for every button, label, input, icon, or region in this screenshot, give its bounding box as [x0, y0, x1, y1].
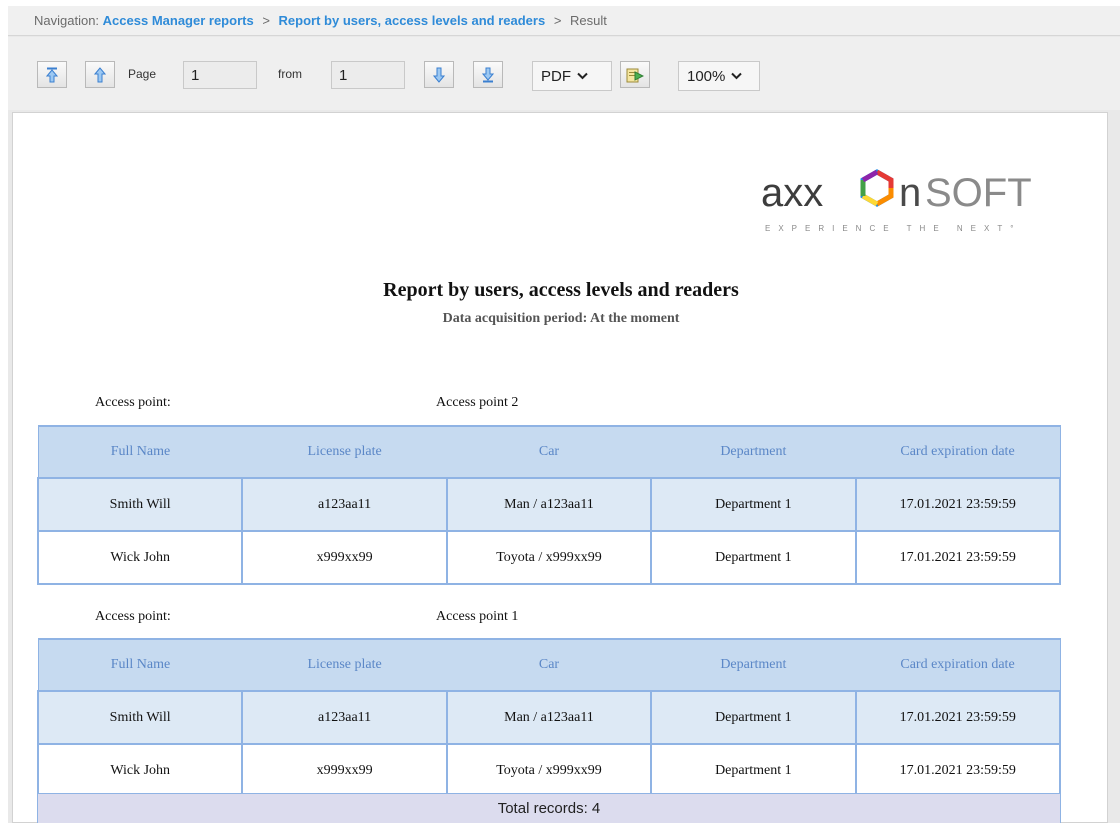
table-row: Wick John x999xx99 Toyota / x999xx99 Dep… [36, 530, 1062, 585]
logo-soft: SOFT [925, 171, 1032, 215]
cell-car: Toyota / x999xx99 [445, 530, 653, 585]
column-header-card-expiration-date: Card expiration date [855, 638, 1061, 692]
report-subtitle: Data acquisition period: At the moment [442, 311, 680, 326]
page-number-input[interactable] [183, 61, 257, 89]
column-header-card-expiration-date: Card expiration date [855, 425, 1061, 479]
first-page-button[interactable] [37, 61, 67, 88]
chevron-down-icon [731, 72, 743, 80]
from-label: from [278, 67, 302, 81]
export-button[interactable] [620, 61, 650, 88]
export-format-select[interactable]: PDF [532, 61, 612, 91]
table-row: Smith Will a123aa11 Man / a123aa11 Depar… [36, 477, 1062, 532]
cell-license-plate: a123aa11 [241, 477, 448, 532]
access-point-value: Access point 2 [436, 395, 519, 410]
breadcrumb-prefix: Navigation: [34, 13, 100, 28]
total-pages-field[interactable] [331, 61, 405, 89]
cell-card-expiration-date: 17.01.2021 23:59:59 [854, 530, 1062, 585]
export-format-value: PDF [541, 67, 571, 85]
table-row: Smith Will a123aa11 Man / a123aa11 Depar… [36, 690, 1062, 745]
cell-department: Department 1 [650, 477, 857, 532]
first-page-icon [46, 67, 58, 82]
cell-department: Department 1 [650, 530, 857, 585]
report-page: axx n SOFT EXPERIENCE THE NEXT° Report b… [12, 112, 1108, 823]
cell-full-name: Wick John [36, 743, 244, 798]
cell-license-plate: x999xx99 [241, 530, 448, 585]
cell-car: Man / a123aa11 [445, 690, 653, 745]
total-records: Total records: 4 [37, 793, 1061, 823]
previous-page-button[interactable] [85, 61, 115, 88]
next-page-icon [433, 67, 445, 83]
column-header-department: Department [651, 638, 856, 692]
column-header-license-plate: License plate [242, 425, 447, 479]
export-icon [626, 68, 644, 82]
report-table-access-point-2: Full Name License plate Car Department C… [36, 425, 1062, 585]
access-point-label: Access point: [95, 395, 171, 410]
table-row: Wick John x999xx99 Toyota / x999xx99 Dep… [36, 743, 1062, 798]
cell-license-plate: x999xx99 [241, 743, 448, 798]
column-header-license-plate: License plate [242, 638, 447, 692]
column-header-full-name: Full Name [37, 638, 243, 692]
cell-department: Department 1 [650, 690, 857, 745]
page-label: Page [128, 67, 157, 81]
cell-license-plate: a123aa11 [241, 690, 448, 745]
breadcrumb-separator: > [553, 13, 562, 28]
logo-n: n [899, 171, 921, 215]
breadcrumb-link-report[interactable]: Report by users, access levels and reade… [279, 13, 546, 28]
cell-full-name: Smith Will [36, 690, 244, 745]
company-logo: axx n SOFT EXPERIENCE THE NEXT° [761, 168, 1061, 238]
report-viewer: Navigation: Access Manager reports > Rep… [8, 6, 1120, 823]
logo-wordmark: axx n SOFT [761, 169, 1032, 215]
last-page-icon [482, 67, 494, 82]
logo-axx: axx [761, 171, 823, 215]
breadcrumb: Navigation: Access Manager reports > Rep… [8, 6, 1120, 36]
previous-page-icon [94, 66, 106, 82]
last-page-button[interactable] [473, 61, 503, 88]
cell-card-expiration-date: 17.01.2021 23:59:59 [854, 743, 1062, 798]
column-header-department: Department [651, 425, 856, 479]
table-header-row: Full Name License plate Car Department C… [37, 638, 1061, 692]
column-header-car: Car [446, 638, 652, 692]
report-toolbar: Page from PDF [8, 37, 1120, 110]
cell-car: Man / a123aa11 [445, 477, 653, 532]
cell-card-expiration-date: 17.01.2021 23:59:59 [854, 690, 1062, 745]
chevron-down-icon [577, 72, 588, 80]
breadcrumb-separator: > [262, 13, 270, 28]
report-table-access-point-1: Full Name License plate Car Department C… [36, 638, 1062, 798]
breadcrumb-current: Result [570, 13, 607, 28]
column-header-car: Car [446, 425, 652, 479]
report-title: Report by users, access levels and reade… [383, 279, 739, 301]
cell-car: Toyota / x999xx99 [445, 743, 653, 798]
cell-full-name: Wick John [36, 530, 244, 585]
zoom-value: 100% [687, 67, 726, 85]
cell-card-expiration-date: 17.01.2021 23:59:59 [854, 477, 1062, 532]
column-header-full-name: Full Name [37, 425, 243, 479]
zoom-select[interactable]: 100% [678, 61, 760, 91]
table-header-row: Full Name License plate Car Department C… [37, 425, 1061, 479]
logo-tagline: EXPERIENCE THE NEXT° [765, 224, 1022, 233]
logo-hexagon-icon [860, 169, 894, 207]
breadcrumb-link-access-manager-reports[interactable]: Access Manager reports [103, 13, 254, 28]
cell-full-name: Smith Will [36, 477, 244, 532]
access-point-label: Access point: [95, 609, 171, 624]
next-page-button[interactable] [424, 61, 454, 88]
access-point-value: Access point 1 [436, 609, 519, 624]
cell-department: Department 1 [650, 743, 857, 798]
